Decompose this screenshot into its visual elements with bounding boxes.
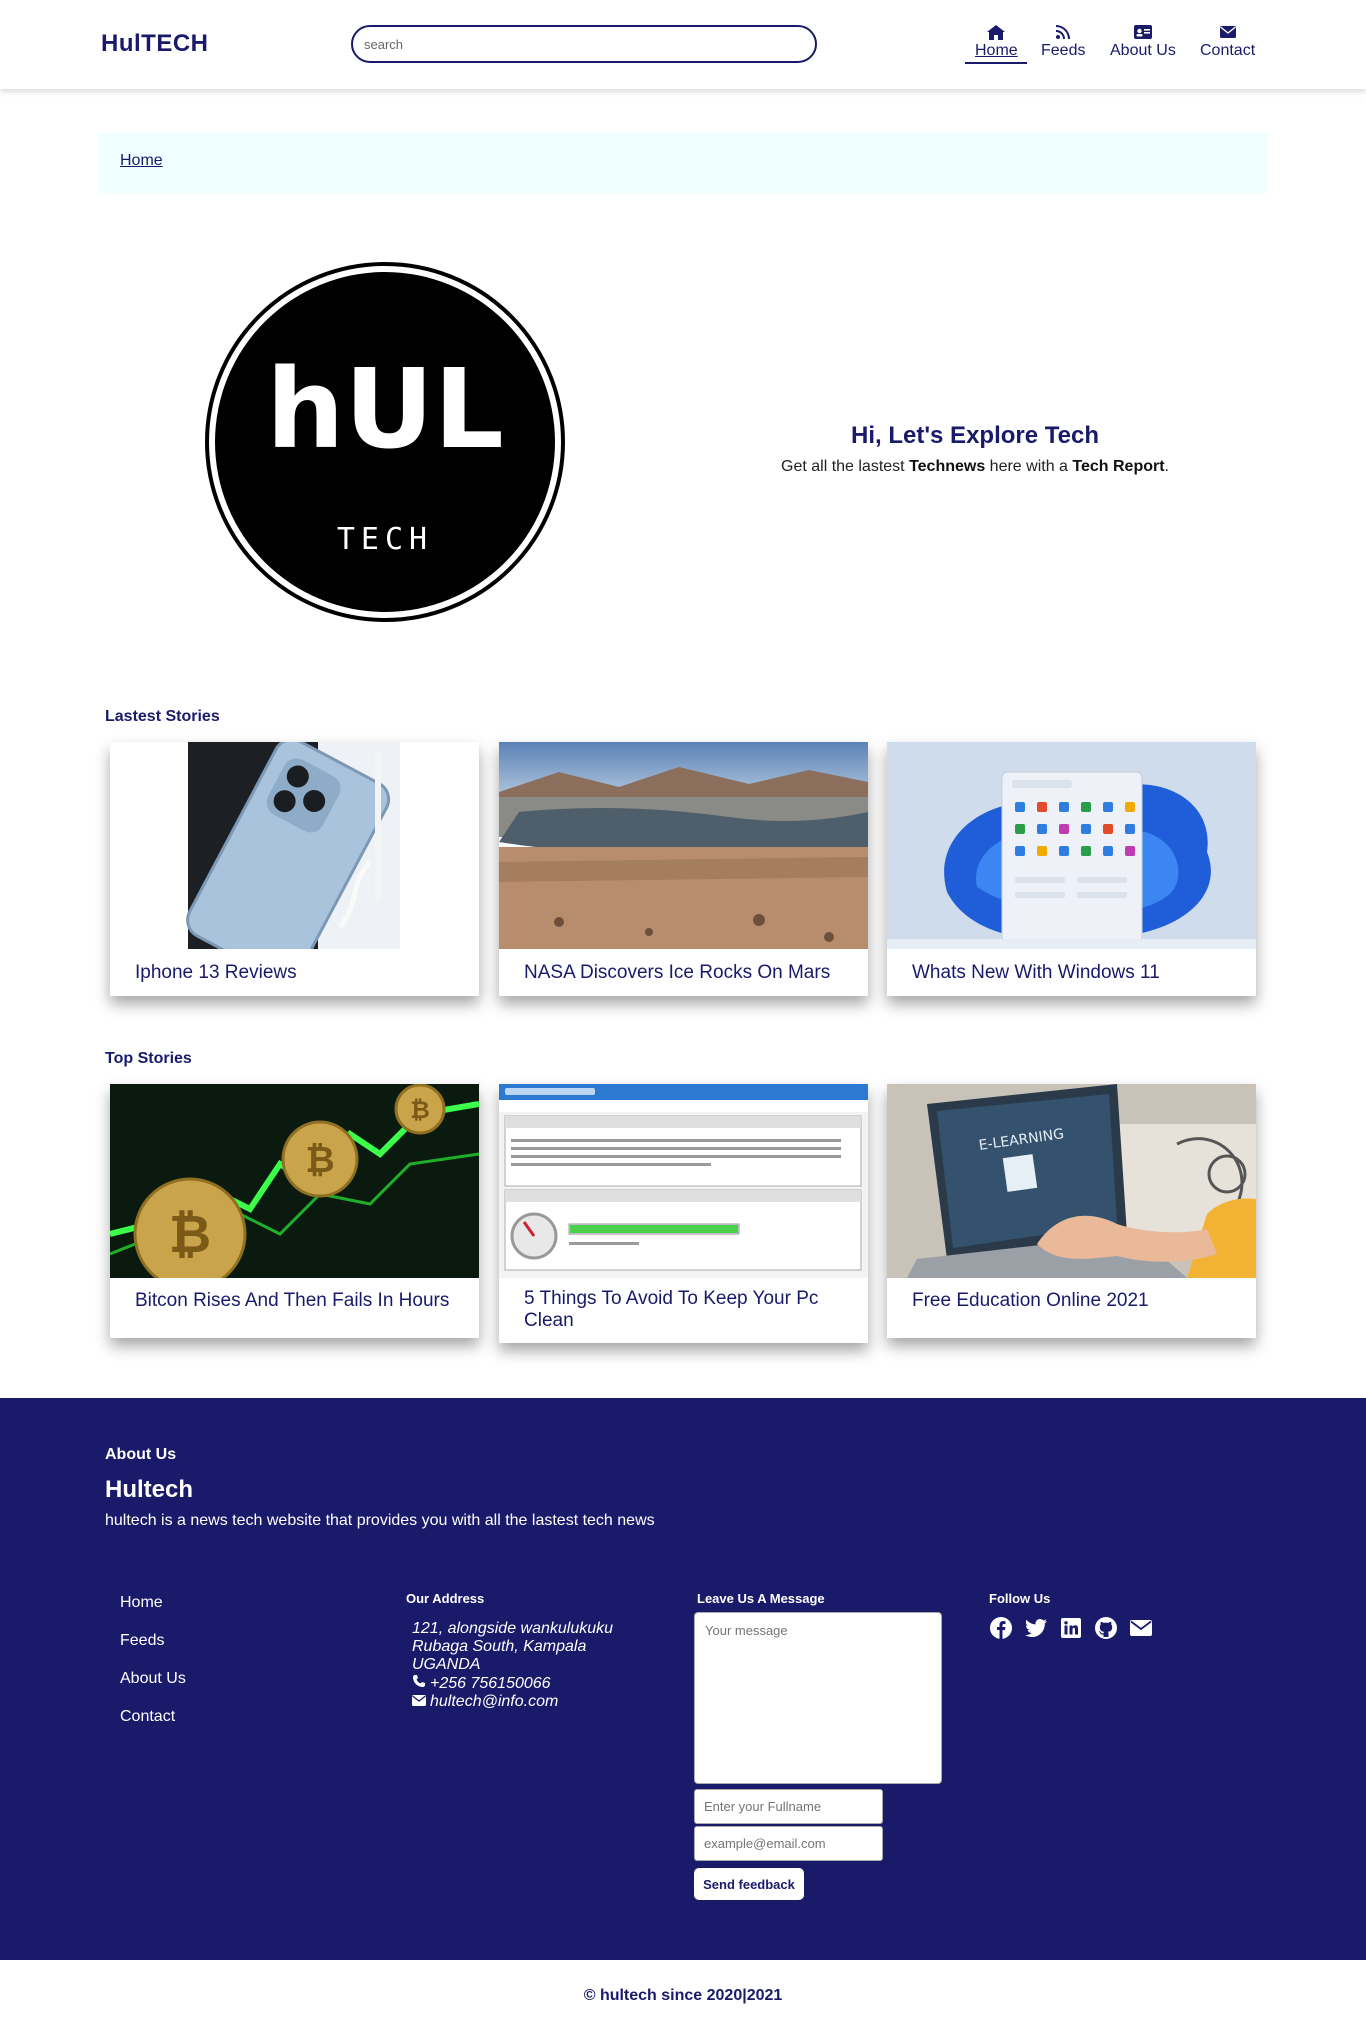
story-card-pc-clean[interactable]: 5 Things To Avoid To Keep Your Pc Clean (499, 1084, 868, 1343)
story-card-bitcoin[interactable]: ₿ ₿ ₿ Bitcon Rises And Then Fails In Hours (110, 1084, 479, 1338)
svg-text:₿: ₿ (305, 1140, 334, 1181)
story-card-iphone[interactable]: Iphone 13 Reviews (110, 742, 479, 996)
footer-address: 121, alongside wankulukuku Rubaga South,… (412, 1620, 613, 1711)
elearning-thumbnail: E-LEARNING (887, 1084, 1256, 1278)
email-address: hultech@info.com (430, 1693, 559, 1710)
logo-subtext: TECH (337, 522, 433, 557)
perf-monitor-thumbnail (499, 1084, 868, 1278)
story-title[interactable]: Free Education Online 2021 (912, 1290, 1231, 1312)
footer-follow-heading: Follow Us (989, 1591, 1051, 1606)
phone-number: +256 756150066 (430, 1674, 551, 1692)
nav-feeds[interactable]: Feeds (1041, 24, 1085, 60)
footer-email: hultech@info.com (412, 1693, 613, 1711)
footer-link-feeds[interactable]: Feeds (120, 1632, 186, 1670)
message-textarea[interactable] (694, 1612, 942, 1784)
nav-active-underline (965, 62, 1027, 64)
address-line: Rubaga South, Kampala (412, 1638, 587, 1655)
story-card-education[interactable]: E-LEARNING Free Education Online 2021 (887, 1084, 1256, 1338)
story-title[interactable]: NASA Discovers Ice Rocks On Mars (524, 962, 843, 984)
footer-link-home[interactable]: Home (120, 1594, 186, 1632)
address-line: 121, alongside wankulukuku (412, 1620, 614, 1637)
mars-landscape-thumbnail (499, 742, 868, 949)
home-icon (986, 24, 1006, 40)
send-feedback-button[interactable]: Send feedback (694, 1868, 804, 1900)
hero-subtitle: Get all the lastest Technews here with a… (781, 458, 1169, 475)
logo-wordmark: hUL (266, 345, 504, 473)
fullname-input[interactable] (694, 1789, 883, 1824)
footer-about-heading: About Us (105, 1446, 177, 1463)
envelope-icon[interactable] (1129, 1616, 1153, 1640)
footer-link-about[interactable]: About Us (120, 1670, 186, 1708)
story-title[interactable]: Bitcon Rises And Then Fails In Hours (135, 1290, 454, 1312)
phone-icon (412, 1674, 426, 1693)
facebook-icon[interactable] (989, 1616, 1013, 1640)
story-card-nasa[interactable]: NASA Discovers Ice Rocks On Mars (499, 742, 868, 996)
breadcrumb-home-link[interactable]: Home (120, 152, 163, 170)
story-card-windows[interactable]: Whats New With Windows 11 (887, 742, 1256, 996)
footer-link-contact[interactable]: Contact (120, 1708, 186, 1746)
nav-feeds-label: Feeds (1041, 42, 1086, 59)
story-title[interactable]: 5 Things To Avoid To Keep Your Pc Clean (524, 1288, 843, 1332)
top-stories-heading: Top Stories (105, 1050, 192, 1067)
hero-title: Hi, Let's Explore Tech (851, 422, 1099, 449)
footer-phone: +256 756150066 (412, 1674, 613, 1693)
footer-brand: Hultech (105, 1476, 194, 1503)
address-line: UGANDA (412, 1656, 481, 1673)
email-input[interactable] (694, 1826, 883, 1861)
social-links (989, 1616, 1153, 1640)
search-input[interactable] (351, 25, 817, 63)
site-footer: About Us Hultech hultech is a news tech … (0, 1398, 1366, 1960)
id-card-icon (1133, 24, 1153, 40)
story-title[interactable]: Iphone 13 Reviews (135, 962, 454, 984)
story-title[interactable]: Whats New With Windows 11 (912, 962, 1231, 984)
footer-message-heading: Leave Us A Message (697, 1591, 825, 1606)
linkedin-icon[interactable] (1059, 1616, 1083, 1640)
nav-about[interactable]: About Us (1110, 24, 1176, 60)
nav-contact[interactable]: Contact (1200, 24, 1255, 60)
nav-contact-label: Contact (1200, 42, 1256, 59)
footer-links: Home Feeds About Us Contact (120, 1594, 186, 1746)
envelope-icon (1218, 24, 1238, 40)
bitcoin-thumbnail: ₿ ₿ ₿ (110, 1084, 479, 1278)
envelope-icon (412, 1693, 426, 1711)
twitter-icon[interactable] (1024, 1616, 1048, 1640)
site-header: HulTECH Home Feeds About Us Contact (0, 0, 1366, 89)
footer-address-heading: Our Address (406, 1591, 485, 1606)
copyright: © hultech since 2020|2021 (583, 1987, 783, 2004)
rss-icon (1053, 24, 1073, 40)
nav-home-label: Home (975, 42, 1018, 59)
nav-home[interactable]: Home (975, 24, 1018, 60)
svg-text:₿: ₿ (169, 1205, 211, 1265)
nav-about-label: About Us (1110, 42, 1176, 59)
latest-stories-heading: Lastest Stories (105, 708, 220, 725)
windows11-thumbnail (887, 742, 1256, 949)
github-icon[interactable] (1094, 1616, 1118, 1640)
footer-description: hultech is a news tech website that prov… (105, 1512, 655, 1529)
iphone-thumbnail (110, 742, 479, 949)
breadcrumb: Home (98, 132, 1268, 193)
site-brand[interactable]: HulTECH (101, 30, 209, 58)
hultech-logo: hUL TECH (205, 262, 565, 622)
svg-text:₿: ₿ (410, 1096, 430, 1124)
